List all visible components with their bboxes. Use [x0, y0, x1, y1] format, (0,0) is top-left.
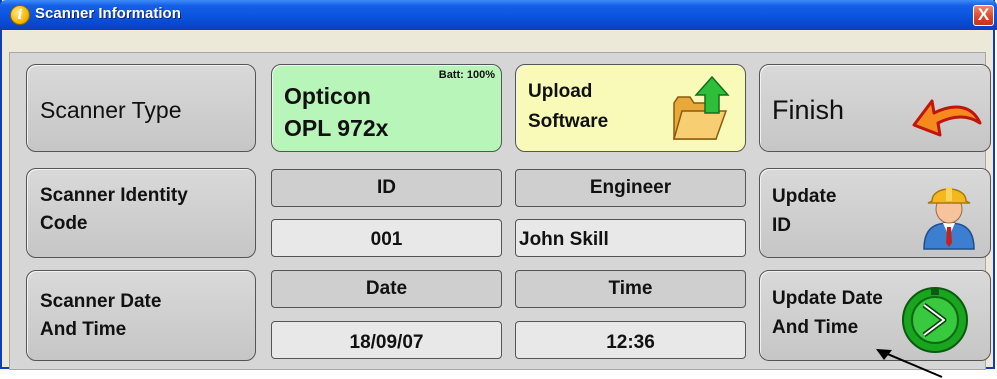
clock-icon	[902, 287, 968, 353]
update-datetime-label-line1: Update Date	[772, 288, 883, 309]
scanner-model-tile: Batt: 100% Opticon OPL 972x	[271, 64, 502, 152]
engineer-header: Engineer	[515, 169, 746, 207]
upload-label-line2: Software	[528, 111, 609, 132]
folder-upload-icon	[673, 75, 730, 140]
datetime-label-line1: Scanner Date	[40, 291, 162, 312]
window-title: Scanner Information	[35, 5, 181, 22]
finish-label: Finish	[772, 95, 845, 125]
content-panel: Scanner Type Batt: 100% Opticon OPL 972x…	[9, 52, 991, 370]
identity-label-line1: Scanner Identity	[40, 185, 188, 206]
scanner-type-label-tile: Scanner Type	[26, 64, 256, 152]
datetime-label-line2: And Time	[40, 319, 127, 340]
scanner-type-label: Scanner Type	[40, 97, 182, 123]
id-value-field[interactable]: 001	[271, 219, 502, 257]
update-id-button[interactable]: Update ID	[759, 168, 991, 258]
title-bar: i Scanner Information X	[0, 0, 997, 30]
close-button[interactable]: X	[973, 5, 994, 26]
scanner-datetime-label-tile: Scanner Date And Time	[26, 270, 256, 361]
engineer-value-field[interactable]: John Skill	[515, 219, 746, 257]
date-header: Date	[271, 270, 502, 308]
time-value-field[interactable]: 12:36	[515, 321, 746, 359]
upload-software-button[interactable]: Upload Software	[515, 64, 746, 152]
engineer-icon	[923, 187, 975, 250]
date-value-field[interactable]: 18/09/07	[271, 321, 502, 359]
mouse-cursor	[876, 349, 943, 378]
upload-label-line1: Upload	[528, 81, 593, 102]
id-header: ID	[271, 169, 502, 207]
info-icon: i	[10, 5, 30, 25]
battery-status: Batt: 100%	[438, 69, 495, 81]
time-header: Time	[515, 270, 746, 308]
scanner-identity-label-tile: Scanner Identity Code	[26, 168, 256, 258]
update-datetime-label-line2: And Time	[772, 317, 859, 338]
scanner-model-line1: Opticon	[284, 83, 371, 109]
finish-button[interactable]: Finish	[759, 64, 991, 152]
update-id-label-line1: Update	[772, 186, 837, 207]
scanner-model-line2: OPL 972x	[284, 115, 389, 141]
update-id-label-line2: ID	[772, 215, 791, 236]
back-arrow-icon	[912, 99, 982, 137]
identity-label-line2: Code	[40, 213, 88, 234]
